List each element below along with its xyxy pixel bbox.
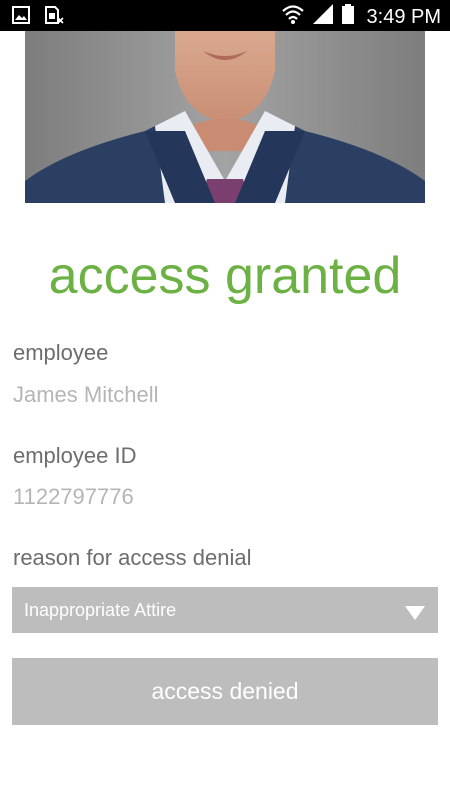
employee-label: employee [13,340,109,365]
status-time: 3:49 PM [366,5,441,28]
dropdown-arrow-icon [405,606,425,625]
wifi-icon [281,3,305,30]
access-denied-button[interactable]: access denied [12,658,438,725]
reason-dropdown-value: Inappropriate Attire [24,600,177,620]
sim-icon [44,6,64,29]
image-icon [12,6,30,29]
employee-id-label: employee ID [13,443,137,468]
employee-photo [25,31,425,203]
employee-id-value: 1122797776 [13,484,134,509]
reason-dropdown[interactable]: Inappropriate Attire [12,587,438,633]
employee-name-value: James Mitchell [13,382,159,407]
app-screen: 3:49 PM access granted employee James Mi… [0,0,450,800]
access-status-title: access granted [48,247,402,305]
status-bar-right: 3:49 PM [281,3,441,30]
battery-icon [341,3,355,30]
status-bar-left [12,6,64,29]
reason-label: reason for access denial [13,545,252,570]
status-bar: 3:49 PM [0,0,450,31]
signal-icon [311,3,335,30]
